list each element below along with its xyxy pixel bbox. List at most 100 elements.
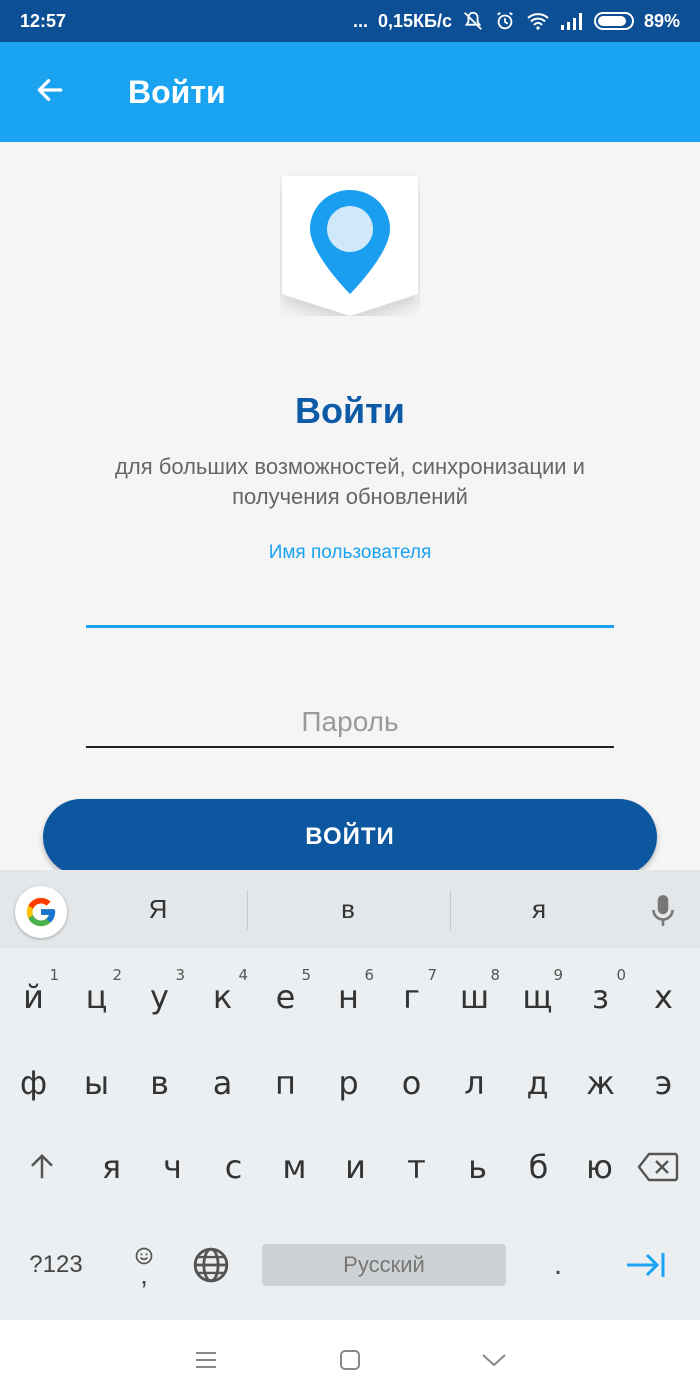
key[interactable]: у3: [128, 958, 191, 1036]
key-row-1: й1ц2у3к4е5н6г7ш8щ9з0х: [0, 958, 700, 1036]
google-button[interactable]: [15, 886, 67, 938]
page-heading: Войти: [295, 390, 405, 431]
battery-percent: 89%: [643, 10, 680, 31]
key[interactable]: л: [443, 1044, 506, 1122]
globe-icon: [193, 1247, 229, 1283]
backspace-key[interactable]: [626, 1128, 690, 1206]
mute-icon: [462, 10, 484, 32]
key[interactable]: ф: [2, 1044, 65, 1122]
key[interactable]: ж: [569, 1044, 632, 1122]
key-hint: 4: [238, 966, 248, 984]
key-hint: 9: [553, 966, 563, 984]
key-label: й: [23, 978, 44, 1016]
key-label: ш: [459, 978, 490, 1016]
symbols-key[interactable]: ?123: [12, 1226, 100, 1304]
key[interactable]: м: [263, 1128, 326, 1206]
key[interactable]: ю: [568, 1128, 631, 1206]
network-speed: 0,15КБ/с: [378, 10, 452, 31]
logo-badge: [280, 174, 420, 316]
key-label: х: [654, 978, 673, 1016]
key-label: у: [150, 978, 169, 1016]
key-label: з: [591, 978, 609, 1016]
shift-arrow-icon: [31, 1153, 53, 1179]
arrow-back-icon: [34, 74, 66, 111]
key[interactable]: й1: [2, 958, 65, 1036]
key[interactable]: щ9: [506, 958, 569, 1036]
back-nav-button[interactable]: [474, 1340, 514, 1380]
key-label: г: [403, 978, 420, 1016]
username-input[interactable]: [86, 582, 614, 628]
key-hint: 7: [427, 966, 437, 984]
status-bar: 12:57 ... 0,15КБ/с 89%: [0, 0, 700, 42]
key-label: к: [212, 978, 233, 1016]
back-button[interactable]: [0, 42, 100, 142]
shift-key[interactable]: [10, 1128, 74, 1206]
key-label: ц: [85, 978, 108, 1016]
key[interactable]: о: [380, 1044, 443, 1122]
key-row-3: ячсмитьбю: [0, 1128, 700, 1206]
key[interactable]: б: [507, 1128, 570, 1206]
space-key[interactable]: Русский: [262, 1244, 506, 1286]
next-key[interactable]: [614, 1226, 678, 1304]
key[interactable]: к4: [191, 958, 254, 1036]
key[interactable]: ш8: [443, 958, 506, 1036]
map-pin-icon: [282, 176, 418, 316]
comma-label: ,: [140, 1259, 148, 1290]
key-hint: 3: [175, 966, 185, 984]
key-label: е: [275, 978, 296, 1016]
key[interactable]: д: [506, 1044, 569, 1122]
key[interactable]: н6: [317, 958, 380, 1036]
status-time: 12:57: [20, 10, 67, 31]
system-nav-bar: [0, 1320, 700, 1400]
microphone-icon: [652, 895, 674, 926]
menu-icon: [196, 1352, 216, 1368]
key-hint: 1: [49, 966, 59, 984]
period-key[interactable]: .: [530, 1226, 586, 1304]
battery-icon: [593, 12, 634, 30]
status-dots: ...: [352, 10, 368, 31]
username-label: Имя пользователя: [268, 542, 432, 563]
key-hint: 2: [112, 966, 122, 984]
key-hint: 0: [616, 966, 626, 984]
status-icons: ... 0,15КБ/с 89%: [353, 10, 680, 32]
suggestion-bar: Я в я: [0, 870, 700, 948]
key[interactable]: р: [317, 1044, 380, 1122]
key[interactable]: э: [632, 1044, 695, 1122]
tab-next-icon: [627, 1253, 665, 1277]
app-bar-title: Войти: [128, 73, 226, 110]
language-key[interactable]: [185, 1226, 237, 1304]
signal-icon: [560, 12, 584, 30]
key[interactable]: ы: [65, 1044, 128, 1122]
key[interactable]: х: [632, 958, 695, 1036]
suggestion-3[interactable]: я: [451, 870, 627, 948]
key[interactable]: ь: [446, 1128, 509, 1206]
wifi-icon: [526, 11, 550, 31]
key[interactable]: п: [254, 1044, 317, 1122]
mic-button[interactable]: [640, 888, 686, 934]
key[interactable]: з0: [569, 958, 632, 1036]
menu-nav-button[interactable]: [186, 1340, 226, 1380]
app-bar: Войти: [0, 42, 700, 142]
key[interactable]: я: [80, 1128, 143, 1206]
home-square-icon: [340, 1350, 360, 1370]
key[interactable]: т: [385, 1128, 448, 1206]
key[interactable]: и: [324, 1128, 387, 1206]
alarm-icon: [494, 10, 516, 32]
password-input[interactable]: [86, 698, 614, 748]
key[interactable]: а: [191, 1044, 254, 1122]
key[interactable]: в: [128, 1044, 191, 1122]
suggestion-1[interactable]: Я: [70, 870, 246, 948]
key-row-2: фывапролджэ: [0, 1044, 700, 1122]
login-button[interactable]: ВОЙТИ: [43, 799, 657, 875]
key[interactable]: ц2: [65, 958, 128, 1036]
suggestion-2[interactable]: в: [248, 870, 448, 948]
home-nav-button[interactable]: [330, 1340, 370, 1380]
key[interactable]: с: [202, 1128, 265, 1206]
key-label: н: [338, 978, 359, 1016]
soft-keyboard: Я в я й1ц2у3к4е5н6г7ш8щ9з0х фывапролджэ …: [0, 870, 700, 1320]
key-hint: 5: [301, 966, 311, 984]
key[interactable]: ч: [141, 1128, 204, 1206]
key[interactable]: г7: [380, 958, 443, 1036]
emoji-comma-key[interactable]: ,: [115, 1226, 173, 1304]
key[interactable]: е5: [254, 958, 317, 1036]
